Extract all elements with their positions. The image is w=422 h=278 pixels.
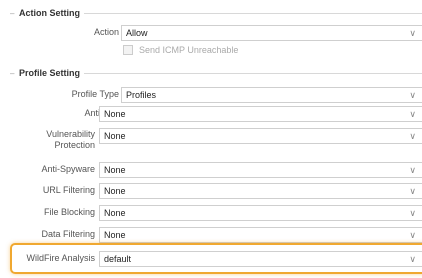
file-blocking-value: None xyxy=(104,208,126,218)
vulnerability-label: Vulnerability Protection xyxy=(46,129,95,151)
chevron-down-icon: ∨ xyxy=(409,208,416,218)
section-title: Profile Setting xyxy=(19,68,81,78)
profile-type-label: Profile Type xyxy=(71,89,119,99)
chevron-down-icon: ∨ xyxy=(409,254,416,264)
anti-spyware-label: Anti-Spyware xyxy=(41,164,95,174)
section-title: Action Setting xyxy=(19,8,80,18)
file-blocking-select[interactable]: None ∨ xyxy=(99,205,422,221)
wildfire-analysis-label: WildFire Analysis xyxy=(26,253,95,263)
wildfire-analysis-select[interactable]: default ∨ xyxy=(99,251,422,267)
file-blocking-label: File Blocking xyxy=(43,207,95,217)
action-select[interactable]: Allow ∨ xyxy=(121,25,422,41)
vulnerability-label-line2: Protection xyxy=(54,140,95,150)
chevron-down-icon: ∨ xyxy=(409,90,416,100)
data-filtering-label: Data Filtering xyxy=(41,229,95,239)
action-value: Allow xyxy=(126,28,148,38)
icmp-checkbox-row: Send ICMP Unreachable xyxy=(123,45,238,55)
data-filtering-value: None xyxy=(104,230,126,240)
action-setting-header[interactable]: – Action Setting xyxy=(0,6,422,20)
vulnerability-value: None xyxy=(104,131,126,141)
chevron-down-icon: ∨ xyxy=(409,28,416,38)
chevron-down-icon: ∨ xyxy=(409,131,416,141)
antivirus-value: None xyxy=(104,109,126,119)
profile-type-value: Profiles xyxy=(126,90,157,100)
collapse-icon[interactable]: – xyxy=(10,9,17,18)
chevron-down-icon: ∨ xyxy=(409,230,416,240)
anti-spyware-value: None xyxy=(104,165,126,175)
icmp-checkbox-label: Send ICMP Unreachable xyxy=(139,45,239,55)
chevron-down-icon: ∨ xyxy=(409,165,416,175)
collapse-icon[interactable]: – xyxy=(10,69,17,78)
url-filtering-label: URL Filtering xyxy=(42,185,95,195)
icmp-checkbox[interactable] xyxy=(123,45,133,55)
antivirus-select[interactable]: None ∨ xyxy=(99,106,422,122)
wildfire-analysis-value: default xyxy=(104,254,132,264)
url-filtering-select[interactable]: None ∨ xyxy=(99,183,422,199)
profile-setting-header[interactable]: – Profile Setting xyxy=(0,66,422,80)
chevron-down-icon: ∨ xyxy=(409,186,416,196)
chevron-down-icon: ∨ xyxy=(409,109,416,119)
anti-spyware-select[interactable]: None ∨ xyxy=(99,162,422,178)
divider xyxy=(84,12,422,14)
profile-type-select[interactable]: Profiles ∨ xyxy=(121,87,422,103)
divider xyxy=(84,72,422,74)
data-filtering-select[interactable]: None ∨ xyxy=(99,227,422,243)
vulnerability-select[interactable]: None ∨ xyxy=(99,128,422,144)
url-filtering-value: None xyxy=(104,186,126,196)
vulnerability-label-line1: Vulnerability xyxy=(46,129,95,139)
action-label: Action xyxy=(93,27,119,37)
